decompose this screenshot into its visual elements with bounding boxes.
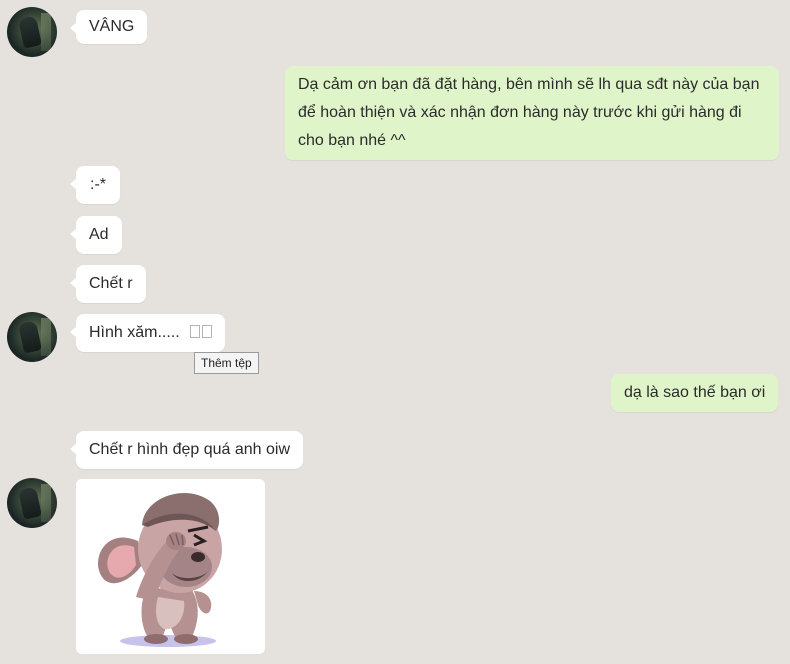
contact-avatar[interactable] bbox=[7, 7, 57, 57]
message-text: dạ là sao thế bạn ơi bbox=[624, 384, 766, 401]
message-bubble-outgoing[interactable]: dạ là sao thế bạn ơi bbox=[611, 374, 779, 412]
contact-avatar[interactable] bbox=[7, 478, 57, 528]
message-bubble-incoming[interactable]: :-* bbox=[70, 166, 120, 204]
sticker-message[interactable] bbox=[76, 479, 265, 654]
message-text: VÂNG bbox=[89, 18, 135, 35]
message-bubble-incoming[interactable]: Chết r bbox=[70, 265, 146, 303]
tooltip-label: Thêm tệp bbox=[201, 356, 252, 370]
message-text: :-* bbox=[90, 176, 106, 193]
message-bubble-incoming[interactable]: Ad bbox=[70, 216, 122, 254]
message-text: Chết r hình đẹp quá anh oiw bbox=[89, 441, 291, 458]
message-bubble-incoming[interactable]: VÂNG bbox=[69, 10, 148, 44]
message-text: Hình xăm..... bbox=[89, 324, 180, 341]
message-text: Chết r bbox=[89, 275, 133, 292]
message-text: Ad bbox=[89, 226, 109, 243]
message-bubble-incoming[interactable]: Chết r hình đẹp quá anh oiw bbox=[69, 431, 304, 469]
attach-file-tooltip: Thêm tệp bbox=[194, 352, 259, 374]
message-bubble-incoming[interactable]: Hình xăm..... bbox=[69, 314, 226, 352]
unrendered-emoji-icon bbox=[188, 324, 213, 341]
message-text: Dạ cảm ơn bạn đã đặt hàng, bên mình sẽ l… bbox=[298, 76, 760, 149]
contact-avatar[interactable] bbox=[7, 312, 57, 362]
message-bubble-outgoing[interactable]: Dạ cảm ơn bạn đã đặt hàng, bên mình sẽ l… bbox=[285, 66, 779, 160]
facepalm-bulldog-sticker-icon bbox=[98, 492, 222, 647]
